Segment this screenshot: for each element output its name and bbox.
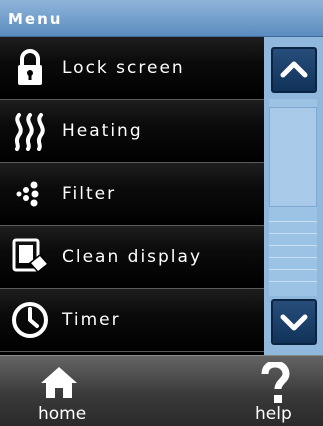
- menu-item-label: Clean display: [62, 247, 203, 267]
- home-button[interactable]: home: [22, 356, 102, 426]
- scroll-track-line: [269, 245, 317, 246]
- chevron-up-icon: [280, 61, 308, 78]
- scroll-track-line: [269, 257, 317, 258]
- scroll-track[interactable]: [269, 99, 317, 296]
- chevron-down-icon: [280, 314, 308, 331]
- menu-item-label: Filter: [62, 184, 117, 204]
- scroll-up-button[interactable]: [271, 47, 317, 93]
- home-icon: [41, 367, 77, 398]
- menu-item-label: Timer: [62, 310, 121, 330]
- title-bar: Menu: [0, 0, 323, 37]
- help-label: help: [255, 404, 292, 424]
- page-title: Menu: [8, 10, 63, 28]
- help-button[interactable]: help: [242, 356, 312, 426]
- filter-icon: [16, 181, 39, 207]
- timer-icon: [12, 302, 48, 338]
- home-label: home: [38, 404, 87, 424]
- menu-item-heating[interactable]: Heating: [0, 100, 264, 163]
- question-mark-icon: [261, 362, 290, 403]
- menu-list: Lock screen Heating Filter Clean display: [0, 37, 264, 355]
- heating-icon: [14, 113, 45, 151]
- scroll-track-line: [269, 281, 317, 282]
- menu-item-lock-screen[interactable]: Lock screen: [0, 37, 264, 100]
- menu-item-timer[interactable]: Timer: [0, 289, 264, 352]
- menu-item-label: Heating: [62, 121, 143, 141]
- clean-display-icon: [12, 238, 50, 274]
- scroll-thumb[interactable]: [269, 107, 317, 207]
- lock-icon: [18, 49, 42, 85]
- menu-item-clean-display[interactable]: Clean display: [0, 226, 264, 289]
- scrollbar[interactable]: [264, 37, 323, 355]
- menu-item-filter[interactable]: Filter: [0, 163, 264, 226]
- scroll-track-line: [269, 233, 317, 234]
- scroll-track-line: [269, 221, 317, 222]
- menu-item-label: Lock screen: [62, 58, 185, 78]
- scroll-track-line: [269, 269, 317, 270]
- scroll-down-button[interactable]: [271, 299, 317, 345]
- footer-bar: home help: [0, 355, 323, 426]
